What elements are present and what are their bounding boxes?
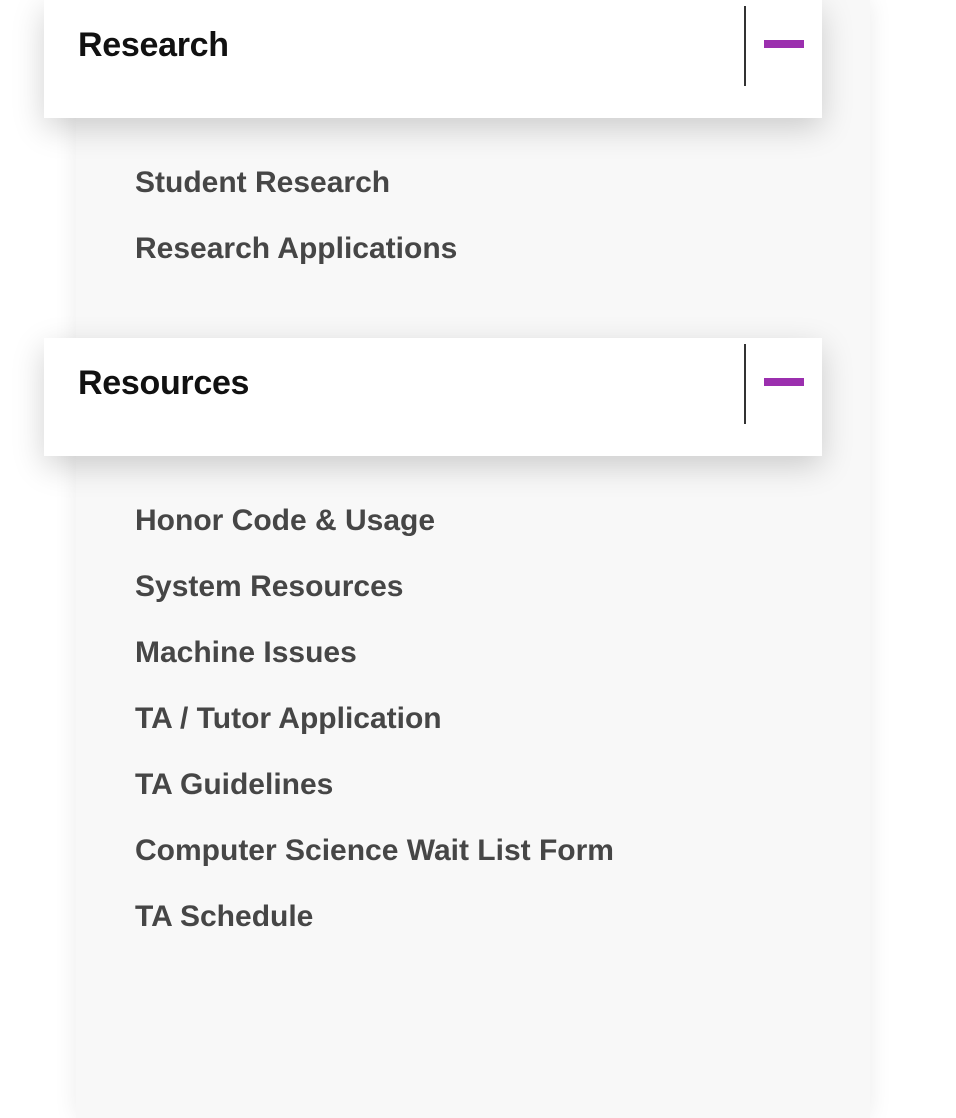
section-title: Research: [78, 26, 229, 64]
research-submenu: Student Research Research Applications: [76, 138, 870, 292]
submenu-item-research-applications[interactable]: Research Applications: [76, 204, 870, 292]
minus-icon: [764, 40, 804, 48]
minus-icon: [764, 378, 804, 386]
collapse-resources-button[interactable]: [746, 344, 822, 424]
section-title: Resources: [78, 364, 250, 402]
section-header-research[interactable]: Research: [44, 0, 822, 118]
resources-submenu: Honor Code & Usage System Resources Mach…: [76, 476, 870, 960]
section-header-resources[interactable]: Resources: [44, 338, 822, 456]
collapse-research-button[interactable]: [746, 6, 822, 86]
